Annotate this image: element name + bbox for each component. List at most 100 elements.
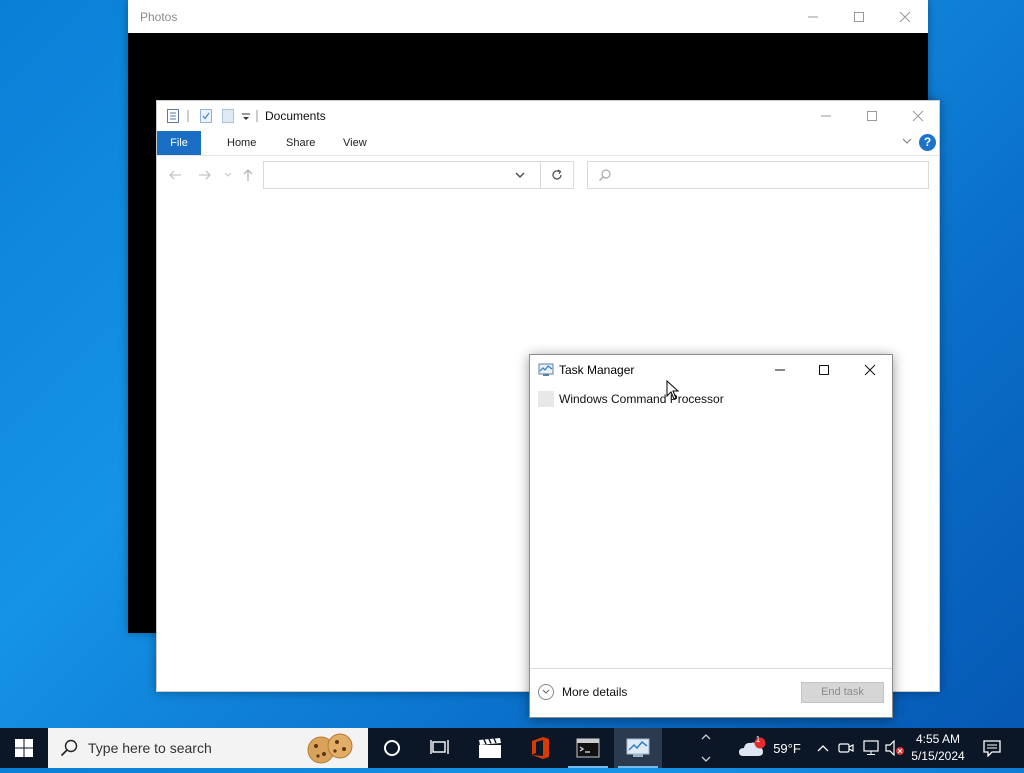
photos-title: Photos: [140, 10, 178, 24]
notifications-icon: [983, 740, 1001, 757]
photos-minimize-button[interactable]: [790, 0, 836, 33]
explorer-minimize-button[interactable]: [803, 101, 849, 131]
end-task-button[interactable]: End task: [801, 682, 884, 703]
tm-close-button[interactable]: [847, 355, 893, 385]
task-manager-icon: [538, 363, 554, 376]
taskbar-video-editor[interactable]: [466, 728, 514, 768]
more-details-button[interactable]: More details: [538, 684, 627, 700]
windows-logo-icon: [15, 739, 33, 757]
cortana-circle-icon: [384, 740, 400, 756]
chevron-down-icon[interactable]: [513, 169, 527, 181]
taskbar-command-prompt[interactable]: [564, 728, 612, 768]
weather-temperature[interactable]: 59°F: [770, 728, 804, 768]
divider: [256, 110, 258, 122]
new-folder-icon[interactable]: [221, 108, 235, 124]
taskbar-office[interactable]: [516, 728, 564, 768]
task-manager-title: Task Manager: [559, 363, 635, 377]
tm-minimize-button[interactable]: [757, 355, 803, 385]
chevron-up-icon: [817, 745, 829, 752]
search-box[interactable]: [587, 161, 929, 189]
speaker-muted-icon: [885, 740, 904, 756]
customize-dropdown-icon[interactable]: [241, 108, 251, 124]
task-view-icon: [430, 740, 449, 754]
forward-arrow-icon: [199, 170, 211, 180]
taskbar-scroll[interactable]: [697, 728, 715, 768]
meet-now-button[interactable]: [836, 728, 856, 768]
search-placeholder: Type here to search: [88, 740, 212, 756]
clock-time: 4:55 AM: [915, 732, 961, 746]
explorer-maximize-button[interactable]: [849, 101, 895, 131]
taskbar-search-box[interactable]: Type here to search: [48, 728, 368, 768]
scroll-arrows-icon: [701, 734, 711, 762]
weather-widget[interactable]: 1: [736, 728, 770, 768]
explorer-titlebar[interactable]: Documents: [157, 101, 939, 131]
photos-close-button[interactable]: [882, 0, 928, 33]
recent-locations-button[interactable]: [223, 168, 233, 182]
network-icon: [863, 740, 879, 755]
back-button[interactable]: [168, 168, 182, 182]
explorer-title: Documents: [265, 109, 326, 123]
search-icon: [60, 739, 78, 757]
start-button[interactable]: [0, 728, 48, 768]
expand-ribbon-icon[interactable]: [901, 135, 913, 147]
task-manager-window[interactable]: Task Manager Windows Command Processor M…: [529, 354, 893, 718]
minimize-icon: [808, 16, 818, 17]
clock[interactable]: 4:55 AM 5/15/2024: [906, 731, 970, 765]
explorer-close-button[interactable]: [895, 101, 941, 131]
cookies-icon: [307, 733, 353, 764]
address-bar[interactable]: [263, 161, 541, 189]
photos-maximize-button[interactable]: [836, 0, 882, 33]
photos-titlebar[interactable]: Photos: [128, 0, 928, 33]
command-prompt-icon: [576, 738, 600, 758]
properties-icon[interactable]: [166, 108, 180, 124]
network-button[interactable]: [860, 728, 882, 768]
checkmark-doc-icon[interactable]: [199, 108, 213, 124]
clapperboard-icon: [479, 738, 501, 758]
tab-home[interactable]: Home: [221, 131, 262, 155]
refresh-button[interactable]: [541, 161, 574, 189]
camera-icon: [838, 743, 854, 753]
action-center-button[interactable]: [978, 728, 1006, 768]
tab-view[interactable]: View: [337, 131, 373, 155]
tab-share[interactable]: Share: [280, 131, 321, 155]
task-view-button[interactable]: [416, 728, 464, 768]
tm-maximize-button[interactable]: [801, 355, 847, 385]
show-hidden-icons-button[interactable]: [814, 728, 832, 768]
up-button[interactable]: [241, 168, 255, 182]
process-icon: [538, 391, 554, 407]
desktop: Photos Documents File Home Share View ? …: [0, 0, 1024, 728]
search-icon: [599, 169, 611, 181]
task-manager-footer: More details End task: [530, 668, 892, 717]
process-name: Windows Command Processor: [559, 392, 724, 406]
clock-date: 5/15/2024: [911, 749, 965, 763]
back-arrow-icon: [169, 170, 181, 180]
taskbar-task-manager[interactable]: [614, 728, 662, 768]
maximize-icon: [867, 111, 877, 121]
weather-badge: 1: [755, 735, 761, 744]
up-arrow-icon: [243, 169, 253, 181]
close-icon: [912, 110, 924, 122]
office-icon: [532, 737, 549, 759]
help-button[interactable]: ?: [919, 134, 936, 151]
minimize-icon: [821, 115, 831, 117]
cortana-button[interactable]: [368, 728, 416, 768]
task-manager-titlebar[interactable]: Task Manager: [530, 355, 892, 385]
divider: [187, 110, 189, 122]
task-manager-icon: [626, 738, 650, 757]
process-row[interactable]: Windows Command Processor: [530, 389, 892, 409]
taskbar: Type here to search 1 59°F 4:55 AM 5/15/…: [0, 728, 1024, 768]
maximize-icon: [854, 11, 864, 22]
chevron-down-circle-icon: [538, 684, 554, 700]
close-icon: [864, 364, 876, 376]
ribbon: File Home Share View ?: [157, 131, 939, 156]
cloudy-weather-icon: [739, 737, 766, 756]
close-icon: [899, 11, 911, 22]
maximize-icon: [819, 365, 829, 375]
forward-button[interactable]: [198, 168, 212, 182]
mouse-cursor-icon: [666, 380, 680, 400]
more-details-label: More details: [562, 685, 628, 699]
chevron-down-icon: [224, 172, 232, 177]
tab-file[interactable]: File: [157, 131, 201, 155]
volume-button[interactable]: [884, 728, 906, 768]
refresh-icon: [552, 169, 562, 180]
